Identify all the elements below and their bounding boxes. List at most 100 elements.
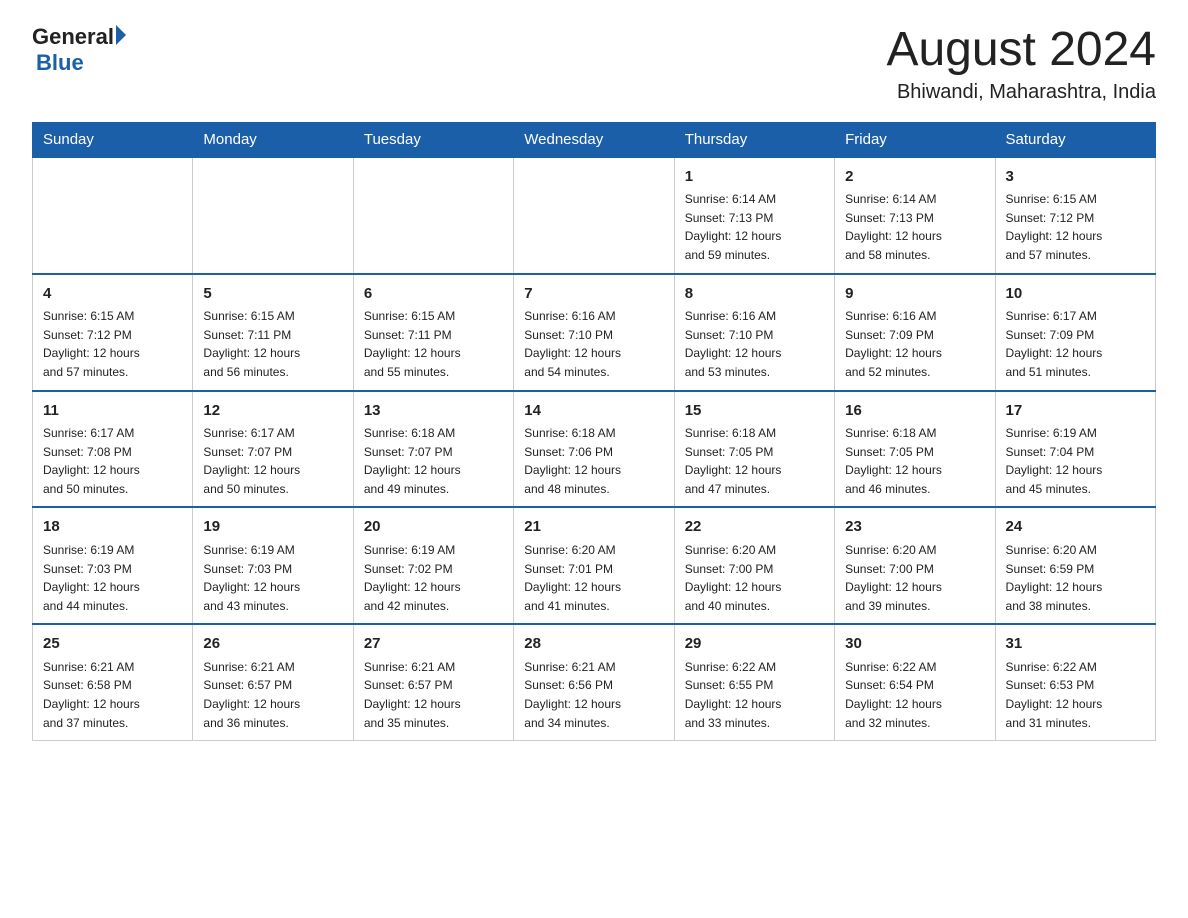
day-info: Sunrise: 6:19 AM Sunset: 7:03 PM Dayligh…	[203, 541, 342, 615]
day-number: 19	[203, 516, 342, 539]
day-of-week-header: Saturday	[995, 122, 1155, 157]
day-info: Sunrise: 6:15 AM Sunset: 7:12 PM Dayligh…	[43, 307, 182, 381]
day-number: 20	[364, 516, 503, 539]
day-of-week-header: Wednesday	[514, 122, 674, 157]
day-number: 17	[1006, 400, 1145, 423]
calendar-cell: 2Sunrise: 6:14 AM Sunset: 7:13 PM Daylig…	[835, 157, 995, 274]
calendar-cell	[514, 157, 674, 274]
day-number: 16	[845, 400, 984, 423]
calendar-cell: 9Sunrise: 6:16 AM Sunset: 7:09 PM Daylig…	[835, 274, 995, 391]
logo-general: General	[32, 24, 114, 50]
location-title: Bhiwandi, Maharashtra, India	[886, 81, 1156, 104]
day-info: Sunrise: 6:19 AM Sunset: 7:02 PM Dayligh…	[364, 541, 503, 615]
calendar-cell: 18Sunrise: 6:19 AM Sunset: 7:03 PM Dayli…	[33, 507, 193, 624]
calendar-cell: 30Sunrise: 6:22 AM Sunset: 6:54 PM Dayli…	[835, 624, 995, 740]
calendar-cell: 19Sunrise: 6:19 AM Sunset: 7:03 PM Dayli…	[193, 507, 353, 624]
month-title: August 2024	[886, 24, 1156, 77]
day-number: 10	[1006, 283, 1145, 306]
calendar-cell	[193, 157, 353, 274]
calendar-cell: 31Sunrise: 6:22 AM Sunset: 6:53 PM Dayli…	[995, 624, 1155, 740]
day-info: Sunrise: 6:18 AM Sunset: 7:06 PM Dayligh…	[524, 424, 663, 498]
day-info: Sunrise: 6:14 AM Sunset: 7:13 PM Dayligh…	[685, 190, 824, 264]
calendar-cell: 15Sunrise: 6:18 AM Sunset: 7:05 PM Dayli…	[674, 391, 834, 508]
day-info: Sunrise: 6:19 AM Sunset: 7:03 PM Dayligh…	[43, 541, 182, 615]
calendar-cell: 21Sunrise: 6:20 AM Sunset: 7:01 PM Dayli…	[514, 507, 674, 624]
calendar-cell: 4Sunrise: 6:15 AM Sunset: 7:12 PM Daylig…	[33, 274, 193, 391]
day-info: Sunrise: 6:20 AM Sunset: 6:59 PM Dayligh…	[1006, 541, 1145, 615]
day-number: 14	[524, 400, 663, 423]
calendar-cell: 26Sunrise: 6:21 AM Sunset: 6:57 PM Dayli…	[193, 624, 353, 740]
day-info: Sunrise: 6:22 AM Sunset: 6:55 PM Dayligh…	[685, 658, 824, 732]
day-number: 27	[364, 633, 503, 656]
day-info: Sunrise: 6:16 AM Sunset: 7:09 PM Dayligh…	[845, 307, 984, 381]
calendar-cell: 28Sunrise: 6:21 AM Sunset: 6:56 PM Dayli…	[514, 624, 674, 740]
day-number: 13	[364, 400, 503, 423]
day-info: Sunrise: 6:15 AM Sunset: 7:11 PM Dayligh…	[364, 307, 503, 381]
calendar-table: SundayMondayTuesdayWednesdayThursdayFrid…	[32, 122, 1156, 741]
day-of-week-header: Friday	[835, 122, 995, 157]
logo-triangle-icon	[116, 25, 126, 45]
logo: General Blue	[32, 24, 126, 76]
calendar-cell: 7Sunrise: 6:16 AM Sunset: 7:10 PM Daylig…	[514, 274, 674, 391]
day-number: 15	[685, 400, 824, 423]
calendar-week-row: 1Sunrise: 6:14 AM Sunset: 7:13 PM Daylig…	[33, 157, 1156, 274]
day-info: Sunrise: 6:21 AM Sunset: 6:56 PM Dayligh…	[524, 658, 663, 732]
day-info: Sunrise: 6:19 AM Sunset: 7:04 PM Dayligh…	[1006, 424, 1145, 498]
day-info: Sunrise: 6:15 AM Sunset: 7:11 PM Dayligh…	[203, 307, 342, 381]
calendar-header-row: SundayMondayTuesdayWednesdayThursdayFrid…	[33, 122, 1156, 157]
day-number: 4	[43, 283, 182, 306]
calendar-cell: 12Sunrise: 6:17 AM Sunset: 7:07 PM Dayli…	[193, 391, 353, 508]
day-info: Sunrise: 6:20 AM Sunset: 7:01 PM Dayligh…	[524, 541, 663, 615]
title-block: August 2024 Bhiwandi, Maharashtra, India	[886, 24, 1156, 104]
day-number: 26	[203, 633, 342, 656]
day-number: 7	[524, 283, 663, 306]
calendar-cell: 6Sunrise: 6:15 AM Sunset: 7:11 PM Daylig…	[353, 274, 513, 391]
day-info: Sunrise: 6:20 AM Sunset: 7:00 PM Dayligh…	[845, 541, 984, 615]
day-of-week-header: Thursday	[674, 122, 834, 157]
day-info: Sunrise: 6:17 AM Sunset: 7:07 PM Dayligh…	[203, 424, 342, 498]
calendar-cell: 24Sunrise: 6:20 AM Sunset: 6:59 PM Dayli…	[995, 507, 1155, 624]
day-info: Sunrise: 6:17 AM Sunset: 7:08 PM Dayligh…	[43, 424, 182, 498]
logo-blue: Blue	[36, 50, 126, 76]
calendar-cell: 5Sunrise: 6:15 AM Sunset: 7:11 PM Daylig…	[193, 274, 353, 391]
day-number: 12	[203, 400, 342, 423]
day-number: 3	[1006, 166, 1145, 189]
calendar-cell: 11Sunrise: 6:17 AM Sunset: 7:08 PM Dayli…	[33, 391, 193, 508]
calendar-cell: 27Sunrise: 6:21 AM Sunset: 6:57 PM Dayli…	[353, 624, 513, 740]
day-number: 6	[364, 283, 503, 306]
calendar-week-row: 11Sunrise: 6:17 AM Sunset: 7:08 PM Dayli…	[33, 391, 1156, 508]
day-number: 21	[524, 516, 663, 539]
day-info: Sunrise: 6:17 AM Sunset: 7:09 PM Dayligh…	[1006, 307, 1145, 381]
day-info: Sunrise: 6:16 AM Sunset: 7:10 PM Dayligh…	[685, 307, 824, 381]
day-number: 30	[845, 633, 984, 656]
calendar-cell: 10Sunrise: 6:17 AM Sunset: 7:09 PM Dayli…	[995, 274, 1155, 391]
day-number: 18	[43, 516, 182, 539]
day-number: 9	[845, 283, 984, 306]
calendar-cell: 23Sunrise: 6:20 AM Sunset: 7:00 PM Dayli…	[835, 507, 995, 624]
day-number: 28	[524, 633, 663, 656]
day-of-week-header: Tuesday	[353, 122, 513, 157]
day-number: 31	[1006, 633, 1145, 656]
day-number: 25	[43, 633, 182, 656]
day-info: Sunrise: 6:21 AM Sunset: 6:57 PM Dayligh…	[203, 658, 342, 732]
page-header: General Blue August 2024 Bhiwandi, Mahar…	[32, 24, 1156, 104]
day-info: Sunrise: 6:14 AM Sunset: 7:13 PM Dayligh…	[845, 190, 984, 264]
calendar-week-row: 4Sunrise: 6:15 AM Sunset: 7:12 PM Daylig…	[33, 274, 1156, 391]
calendar-cell: 22Sunrise: 6:20 AM Sunset: 7:00 PM Dayli…	[674, 507, 834, 624]
calendar-week-row: 25Sunrise: 6:21 AM Sunset: 6:58 PM Dayli…	[33, 624, 1156, 740]
day-info: Sunrise: 6:22 AM Sunset: 6:53 PM Dayligh…	[1006, 658, 1145, 732]
day-number: 22	[685, 516, 824, 539]
day-info: Sunrise: 6:22 AM Sunset: 6:54 PM Dayligh…	[845, 658, 984, 732]
calendar-cell: 25Sunrise: 6:21 AM Sunset: 6:58 PM Dayli…	[33, 624, 193, 740]
calendar-cell: 17Sunrise: 6:19 AM Sunset: 7:04 PM Dayli…	[995, 391, 1155, 508]
day-of-week-header: Monday	[193, 122, 353, 157]
calendar-cell	[353, 157, 513, 274]
day-info: Sunrise: 6:16 AM Sunset: 7:10 PM Dayligh…	[524, 307, 663, 381]
calendar-cell: 1Sunrise: 6:14 AM Sunset: 7:13 PM Daylig…	[674, 157, 834, 274]
calendar-cell: 13Sunrise: 6:18 AM Sunset: 7:07 PM Dayli…	[353, 391, 513, 508]
day-info: Sunrise: 6:18 AM Sunset: 7:05 PM Dayligh…	[845, 424, 984, 498]
day-number: 2	[845, 166, 984, 189]
day-number: 5	[203, 283, 342, 306]
day-info: Sunrise: 6:18 AM Sunset: 7:05 PM Dayligh…	[685, 424, 824, 498]
calendar-week-row: 18Sunrise: 6:19 AM Sunset: 7:03 PM Dayli…	[33, 507, 1156, 624]
